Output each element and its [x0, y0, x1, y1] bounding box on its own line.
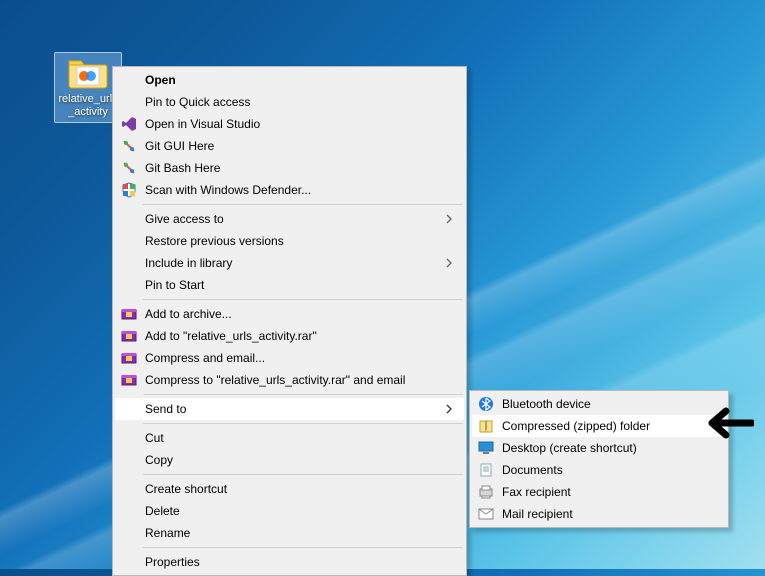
menu-pin-to-start[interactable]: Pin to Start — [115, 274, 464, 296]
menu-git-gui[interactable]: Git GUI Here — [115, 135, 464, 157]
menu-include-in-library[interactable]: Include in library — [115, 252, 464, 274]
submenu-label: Mail recipient — [502, 507, 573, 521]
menu-compress-to-rar-and-email[interactable]: Compress to "relative_urls_activity.rar"… — [115, 369, 464, 391]
defender-shield-icon — [121, 182, 137, 198]
git-icon — [121, 138, 137, 154]
menu-windows-defender[interactable]: Scan with Windows Defender... — [115, 179, 464, 201]
winrar-icon — [121, 328, 137, 344]
mail-icon — [478, 506, 494, 522]
menu-open-label: Open — [145, 73, 176, 87]
documents-icon — [478, 462, 494, 478]
bluetooth-icon — [478, 396, 494, 412]
submenu-label: Desktop (create shortcut) — [502, 441, 637, 455]
desktop-icon — [478, 440, 494, 456]
menu-open[interactable]: Open — [115, 69, 464, 91]
menu-cut[interactable]: Cut — [115, 427, 464, 449]
menu-open-visual-studio[interactable]: Open in Visual Studio — [115, 113, 464, 135]
menu-properties[interactable]: Properties — [115, 551, 464, 573]
menu-label: Restore previous versions — [145, 234, 284, 248]
menu-delete[interactable]: Delete — [115, 500, 464, 522]
folder-icon — [67, 55, 109, 91]
submenu-compressed-zipped-folder[interactable]: Compressed (zipped) folder — [472, 415, 726, 437]
winrar-icon — [121, 350, 137, 366]
menu-rename[interactable]: Rename — [115, 522, 464, 544]
submenu-label: Bluetooth device — [502, 397, 591, 411]
menu-give-access-to[interactable]: Give access to — [115, 208, 464, 230]
menu-compress-and-email[interactable]: Compress and email... — [115, 347, 464, 369]
chevron-right-icon — [444, 257, 454, 267]
menu-separator — [143, 547, 463, 548]
menu-label: Create shortcut — [145, 482, 227, 496]
menu-git-bash[interactable]: Git Bash Here — [115, 157, 464, 179]
menu-label: Git Bash Here — [145, 161, 220, 175]
menu-label: Git GUI Here — [145, 139, 214, 153]
menu-send-to[interactable]: Send to — [115, 398, 464, 420]
menu-label: Open in Visual Studio — [145, 117, 260, 131]
winrar-icon — [121, 372, 137, 388]
submenu-label: Fax recipient — [502, 485, 571, 499]
menu-label: Rename — [145, 526, 190, 540]
menu-label: Send to — [145, 402, 186, 416]
visual-studio-icon — [121, 116, 137, 132]
menu-label: Delete — [145, 504, 180, 518]
fax-icon — [478, 484, 494, 500]
git-icon — [121, 160, 137, 176]
menu-label: Include in library — [145, 256, 232, 270]
menu-add-to-archive[interactable]: Add to archive... — [115, 303, 464, 325]
submenu-bluetooth-device[interactable]: Bluetooth device — [472, 393, 726, 415]
annotation-arrow-icon — [694, 403, 754, 446]
menu-label: Add to archive... — [145, 307, 232, 321]
menu-label: Scan with Windows Defender... — [145, 183, 311, 197]
menu-separator — [143, 204, 463, 205]
submenu-fax-recipient[interactable]: Fax recipient — [472, 481, 726, 503]
submenu-mail-recipient[interactable]: Mail recipient — [472, 503, 726, 525]
menu-separator — [143, 423, 463, 424]
zip-folder-icon — [478, 418, 494, 434]
menu-pin-quick-access[interactable]: Pin to Quick access — [115, 91, 464, 113]
context-menu: Open Pin to Quick access Open in Visual … — [112, 66, 467, 576]
chevron-right-icon — [444, 403, 454, 413]
submenu-documents[interactable]: Documents — [472, 459, 726, 481]
submenu-label: Compressed (zipped) folder — [502, 419, 650, 433]
menu-label: Properties — [145, 555, 200, 569]
menu-separator — [143, 474, 463, 475]
menu-label: Pin to Start — [145, 278, 204, 292]
submenu-desktop-shortcut[interactable]: Desktop (create shortcut) — [472, 437, 726, 459]
desktop-folder-label: relative_urls_activity — [57, 93, 119, 119]
menu-label: Give access to — [145, 212, 224, 226]
menu-label: Compress and email... — [145, 351, 265, 365]
menu-create-shortcut[interactable]: Create shortcut — [115, 478, 464, 500]
menu-copy[interactable]: Copy — [115, 449, 464, 471]
menu-restore-previous-versions[interactable]: Restore previous versions — [115, 230, 464, 252]
menu-label: Compress to "relative_urls_activity.rar"… — [145, 373, 405, 387]
menu-label: Add to "relative_urls_activity.rar" — [145, 329, 317, 343]
chevron-right-icon — [444, 213, 454, 223]
winrar-icon — [121, 306, 137, 322]
menu-add-to-rar[interactable]: Add to "relative_urls_activity.rar" — [115, 325, 464, 347]
menu-separator — [143, 394, 463, 395]
menu-label: Copy — [145, 453, 173, 467]
menu-label: Pin to Quick access — [145, 95, 250, 109]
submenu-label: Documents — [502, 463, 563, 477]
send-to-submenu: Bluetooth device Compressed (zipped) fol… — [469, 390, 729, 528]
menu-label: Cut — [145, 431, 164, 445]
menu-separator — [143, 299, 463, 300]
